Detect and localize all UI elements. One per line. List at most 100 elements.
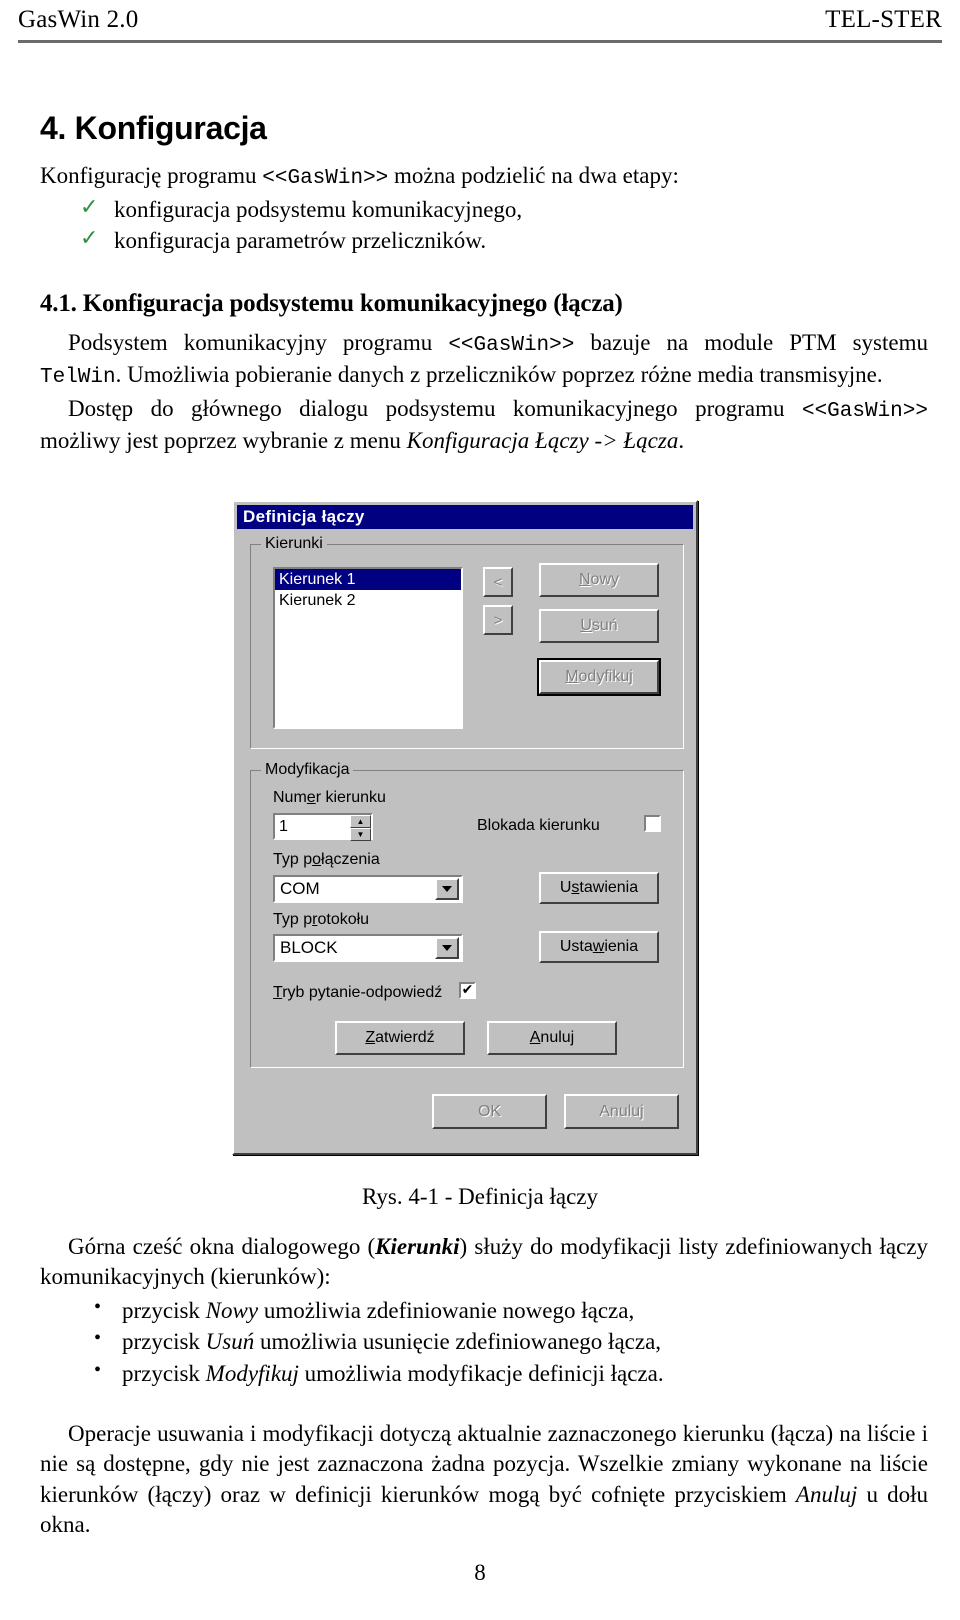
- modyfikuj-button[interactable]: Modyfikuj: [537, 658, 661, 696]
- modyfikuj-button-label: Modyfikuj: [565, 668, 633, 685]
- definicja-laczy-dialog: Definicja łączy Kierunki Kierunek 1 Kier…: [232, 500, 698, 1155]
- p2-menu-path: Konfiguracja Łączy -> Łącza: [406, 427, 679, 453]
- af-p1-a: Górna cześć okna dialogowego (: [68, 1234, 376, 1259]
- list-item: • przycisk Nowy umożliwia zdefiniowanie n…: [94, 1295, 928, 1327]
- page-header: GasWin 2.0 TEL-STER: [18, 6, 942, 43]
- anuluj-modyfikacja-button[interactable]: Anuluj: [487, 1021, 617, 1055]
- af-p1-kierunki: Kierunki: [375, 1234, 460, 1259]
- after-figure-paragraph-2: Operacje usuwania i modyfikacji dotyczą …: [40, 1419, 928, 1540]
- p1-mono-telwin: TelWin: [40, 366, 116, 390]
- bullet-text-b: umożliwia zdefiniowanie nowego łącza,: [258, 1297, 635, 1323]
- list-item[interactable]: Kierunek 2: [275, 590, 461, 611]
- after-figure-bullet-list: • przycisk Nowy umożliwia zdefiniowanie n…: [40, 1295, 928, 1390]
- nowy-button-label: Nowy: [578, 571, 619, 588]
- typ-protokolu-combobox[interactable]: BLOCK: [273, 934, 463, 962]
- spinner-up-icon[interactable]: ▲: [350, 815, 371, 828]
- group-kierunki-label: Kierunki: [261, 535, 327, 553]
- group-modyfikacja: Modyfikacja Numer kierunku 1 ▲ ▼ Blokada…: [250, 761, 684, 1068]
- blokada-kierunku-label: Blokada kierunku: [477, 817, 600, 834]
- header-product-name: GasWin 2.0: [18, 6, 139, 33]
- numer-kierunku-label: Numer kierunku: [273, 789, 386, 806]
- zatwierdz-button-label: Zatwierdź: [365, 1029, 435, 1046]
- chevron-down-icon[interactable]: [435, 878, 459, 900]
- move-prev-button[interactable]: <: [483, 567, 513, 597]
- section4-check-list: ✓ konfiguracja podsystemu komunikacyjnego…: [40, 195, 928, 257]
- p1-mono-gaswin: <<GasWin>>: [448, 334, 575, 358]
- kierunki-listbox[interactable]: Kierunek 1 Kierunek 2: [273, 567, 463, 729]
- bullet-button-name: Nowy: [205, 1297, 259, 1323]
- check-item-label: konfiguracja podsystemu komunikacyjnego,: [114, 196, 523, 222]
- list-item: ✓ konfiguracja podsystemu komunikacyjnego…: [80, 195, 928, 226]
- header-company-name: TEL-STER: [825, 6, 942, 33]
- page-number: 8: [474, 1560, 486, 1585]
- chevron-right-icon: >: [493, 611, 503, 629]
- bullet-text-b: umożliwia modyfikacje definicji łącza.: [298, 1361, 664, 1387]
- chevron-down-icon[interactable]: [435, 937, 459, 959]
- document-body-top: 4. Konfiguracja Konfigurację programu <<…: [40, 110, 928, 458]
- check-item-label: konfiguracja parametrów przeliczników.: [114, 227, 487, 253]
- section4-intro-paragraph: Konfigurację programu <<GasWin>> można p…: [40, 161, 928, 193]
- numer-kierunku-spinner[interactable]: 1 ▲ ▼: [273, 813, 373, 841]
- ustawienia-polaczenia-button[interactable]: Ustawienia: [539, 872, 659, 904]
- p2-mono-gaswin: <<GasWin>>: [801, 399, 928, 423]
- section41-paragraph-2: Dostęp do głównego dialogu podsystemu ko…: [40, 394, 928, 456]
- ustawienia-protokolu-button[interactable]: Ustawienia: [539, 931, 659, 963]
- group-modyfikacja-label: Modyfikacja: [261, 761, 354, 779]
- ustawienia-polaczenia-label: Ustawienia: [559, 879, 639, 896]
- document-body-bottom: Operacje usuwania i modyfikacji dotyczą …: [40, 1419, 928, 1542]
- section-heading-4: 4. Konfiguracja: [40, 110, 267, 146]
- bullet-button-name: Modyfikuj: [205, 1361, 299, 1387]
- section41-paragraph-1: Podsystem komunikacyjny programu <<GasWi…: [40, 328, 928, 391]
- typ-polaczenia-combobox[interactable]: COM: [273, 875, 463, 903]
- tryb-pytanie-odpowiedz-checkbox[interactable]: ✔: [459, 982, 476, 999]
- bullet-text-b: umożliwia usunięcie zdefiniowanego łącza…: [254, 1329, 662, 1355]
- bullet-text-a: przycisk: [122, 1297, 206, 1323]
- p1-text-a: Podsystem komunikacyjny programu: [68, 330, 449, 356]
- list-item: • przycisk Modyfikuj umożliwia modyfikacj…: [94, 1358, 928, 1390]
- move-next-button[interactable]: >: [483, 605, 513, 635]
- group-kierunki: Kierunki Kierunek 1 Kierunek 2 < > Nowy …: [250, 535, 684, 749]
- af-p2-a: Operacje usuwania i modyfikacji dotyczą …: [40, 1421, 928, 1507]
- p2-text-c: .: [678, 427, 685, 453]
- p1-text-c: . Umożliwia pobieranie danych z przelicz…: [115, 362, 883, 388]
- p1-text-b: bazuje na module PTM systemu: [574, 330, 928, 356]
- bullet-dot-icon: •: [94, 1295, 102, 1318]
- ustawienia-protokolu-label: Ustawienia: [559, 938, 639, 955]
- typ-protokolu-value: BLOCK: [280, 938, 338, 957]
- intro-mono-gaswin: <<GasWin>>: [262, 167, 389, 190]
- header-divider: [18, 40, 942, 43]
- list-item: • przycisk Usuń umożliwia usunięcie zdefi…: [94, 1326, 928, 1358]
- dialog-titlebar: Definicja łączy: [237, 505, 693, 529]
- spinner-arrows[interactable]: ▲ ▼: [350, 815, 371, 841]
- numer-kierunku-value[interactable]: 1: [275, 818, 350, 836]
- bullet-dot-icon: •: [94, 1359, 102, 1382]
- bullet-text-a: przycisk: [122, 1361, 206, 1387]
- usun-button[interactable]: Usuń: [539, 609, 659, 643]
- figure-caption: Rys. 4-1 - Definicja łączy: [361, 1184, 599, 1209]
- bullet-dot-icon: •: [94, 1327, 102, 1350]
- blokada-kierunku-checkbox[interactable]: [644, 815, 661, 832]
- p2-text-a: Dostęp do głównego dialogu podsystemu ko…: [68, 395, 802, 421]
- typ-polaczenia-value: COM: [280, 879, 320, 898]
- section-heading-4-1: 4.1. Konfiguracja podsystemu komunikacyj…: [40, 290, 623, 318]
- checkmark-icon: ✓: [80, 194, 99, 220]
- bullet-text-a: przycisk: [122, 1329, 206, 1355]
- usun-button-label: Usuń: [580, 617, 618, 634]
- checkmark-icon: ✓: [80, 225, 99, 251]
- af-p2-anuluj: Anuluj: [795, 1481, 858, 1507]
- nowy-button[interactable]: Nowy: [539, 563, 659, 597]
- typ-polaczenia-label: Typ połączenia: [273, 851, 380, 868]
- tryb-pytanie-odpowiedz-label: Tryb pytanie-odpowiedź: [273, 984, 443, 1001]
- spinner-down-icon[interactable]: ▼: [350, 828, 371, 841]
- chevron-left-icon: <: [493, 573, 503, 591]
- zatwierdz-button[interactable]: Zatwierdź: [335, 1021, 465, 1055]
- document-body-middle: Górna cześć okna dialogowego (Kierunki) …: [40, 1232, 928, 1390]
- intro-text-a: Konfigurację programu: [40, 163, 263, 188]
- after-figure-paragraph-1: Górna cześć okna dialogowego (Kierunki) …: [40, 1232, 928, 1293]
- typ-protokolu-label: Typ protokołu: [273, 911, 370, 928]
- dialog-anuluj-button[interactable]: Anuluj: [564, 1094, 679, 1129]
- ok-button[interactable]: OK: [432, 1094, 547, 1129]
- list-item[interactable]: Kierunek 1: [275, 569, 461, 590]
- bullet-button-name: Usuń: [205, 1329, 255, 1355]
- list-item: ✓ konfiguracja parametrów przeliczników.: [80, 226, 928, 257]
